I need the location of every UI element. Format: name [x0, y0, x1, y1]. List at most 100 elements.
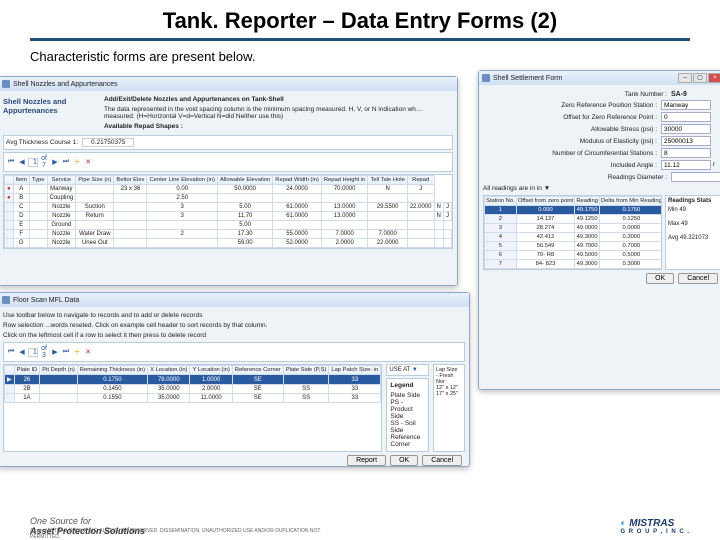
column-header[interactable]: Item	[13, 176, 29, 185]
column-header[interactable]: Pit Depth (n)	[40, 366, 78, 375]
table-row[interactable]: 2B0.145035.00002.0000SESS33	[5, 385, 381, 394]
cancel-button[interactable]: Cancel	[422, 455, 462, 466]
table-row[interactable]: 442.41249.30000.3000	[485, 233, 663, 242]
titlebar[interactable]: Floor Scan MFL Data	[0, 293, 469, 307]
next-icon[interactable]: ▶	[50, 158, 60, 166]
current-record[interactable]: 1	[28, 158, 38, 167]
column-header[interactable]: Station No.	[485, 197, 517, 206]
column-header[interactable]: Reference Corner	[232, 366, 283, 375]
avg-label: Avg	[668, 235, 678, 241]
delete-icon[interactable]: ✕	[83, 348, 93, 356]
section-title: Shell Nozzles and Appurtenances	[3, 97, 98, 115]
helper-desc: The data represented in the void spacing…	[104, 106, 453, 120]
table-row[interactable]: EGround5.00	[5, 221, 452, 230]
table-row[interactable]: DNozzleReturn311.7061.000013.0000NJ	[5, 212, 452, 221]
next-icon[interactable]: ▶	[50, 348, 60, 356]
column-header[interactable]: Beltor Elev	[114, 176, 147, 185]
mistras-logo: ◐ MISTRAS G R O U P , I N C .	[620, 518, 690, 535]
column-header[interactable]: Plate Side (P,S)	[283, 366, 329, 375]
ok-button[interactable]: OK	[646, 273, 674, 284]
table-row[interactable]: 1A0.155035.000011.0000SESS33	[5, 394, 381, 403]
close-button[interactable]: ×	[708, 73, 720, 83]
use-at-label: USE AT	[389, 367, 410, 373]
table-row[interactable]: FNozzleWater Draw217.3055.00007.00007.00…	[5, 230, 452, 239]
column-header[interactable]: Service	[47, 176, 76, 185]
readings-unit-label[interactable]: All readings are in in ▼	[483, 185, 720, 192]
column-header[interactable]: Center Line Elevation (in)	[147, 176, 217, 185]
field-input[interactable]	[661, 136, 711, 146]
ok-button[interactable]: OK	[390, 455, 418, 466]
table-row[interactable]: 328.27449.00000.0000	[485, 224, 663, 233]
subtitle: Characteristic forms are present below.	[0, 47, 720, 70]
table-row[interactable]: ●AManway23 x 360.0050.000024.000070.0000…	[5, 185, 452, 194]
app-icon	[482, 74, 490, 82]
maximize-button[interactable]: ▢	[693, 73, 707, 83]
column-header[interactable]: Remaining Thickness (in)	[77, 366, 147, 375]
cancel-button[interactable]: Cancel	[678, 273, 718, 284]
column-header[interactable]: Delta from Min Reading	[599, 197, 662, 206]
field-label: Modulus of Elasticity (psi) :	[483, 138, 661, 145]
current-record[interactable]: 1	[28, 348, 38, 357]
column-header[interactable]: Pipe Size (n)	[76, 176, 114, 185]
field-input[interactable]	[661, 160, 711, 170]
field-input[interactable]	[661, 124, 711, 134]
window-title: Shell Settlement Form	[493, 75, 562, 82]
of-label: of 3	[39, 345, 49, 359]
table-row[interactable]: 670- R849.50000.5000	[485, 251, 663, 260]
window-title: Floor Scan MFL Data	[13, 297, 79, 304]
column-header[interactable]	[5, 176, 14, 185]
diameter-input[interactable]	[671, 172, 720, 182]
shell-nozzles-window: Shell Nozzles and Appurtenances Shell No…	[0, 76, 458, 286]
last-icon[interactable]: ⏭	[61, 348, 71, 356]
table-row[interactable]: 556.54949.70000.7000	[485, 242, 663, 251]
diameter-label: Readings Diameter :	[483, 174, 671, 181]
last-icon[interactable]: ⏭	[61, 158, 71, 166]
column-header[interactable]: Offset from zero point	[516, 197, 575, 206]
report-button[interactable]: Report	[347, 455, 386, 466]
helper3: Click on the leftmost cell if a row to s…	[3, 332, 465, 339]
table-row[interactable]: ●BCoupling2.50	[5, 194, 452, 203]
field-input[interactable]	[661, 148, 711, 158]
titlebar[interactable]: Shell Nozzles and Appurtenances	[0, 77, 457, 91]
column-header[interactable]: Allowable Elevation	[217, 176, 272, 185]
table-row[interactable]: ▶260.175078.00001.0000SE33	[5, 375, 381, 385]
column-header[interactable]: X Location (in)	[148, 366, 190, 375]
table-row[interactable]: CNozzleSuction35.0061.000013.000029.5500…	[5, 203, 452, 212]
field-input[interactable]	[661, 112, 711, 122]
add-icon[interactable]: ＋	[72, 157, 82, 167]
add-icon[interactable]: ＋	[72, 347, 82, 357]
record-nav[interactable]: ⏮◀ 1 of 7 ▶⏭ ＋ ✕	[6, 155, 93, 169]
column-header[interactable]	[5, 366, 15, 375]
table-row[interactable]: GNozzleUnee Out59.0052.00002.000022.0000	[5, 239, 452, 248]
legend-item: PS - Product Side	[390, 399, 425, 420]
column-header[interactable]: Repad Height in	[321, 176, 368, 185]
floor-scan-window: Floor Scan MFL Data Use toolbar below to…	[0, 292, 470, 467]
min-value: 49	[679, 207, 686, 213]
column-header[interactable]: Plate ID	[14, 366, 40, 375]
titlebar[interactable]: Shell Settlement Form – ▢ ×	[479, 71, 720, 85]
minimize-button[interactable]: –	[678, 73, 692, 83]
lap-item: - Fresh Nor	[436, 373, 462, 385]
stats-title: Readings Stats	[668, 198, 718, 204]
record-nav[interactable]: ⏮◀ 1 of 3 ▶⏭ ＋ ✕	[6, 345, 93, 359]
column-header[interactable]: Repad Width (in)	[273, 176, 322, 185]
prev-icon[interactable]: ◀	[17, 158, 27, 166]
tank-number-value: SA-9	[671, 91, 720, 98]
delete-icon[interactable]: ✕	[83, 158, 93, 166]
column-header[interactable]: Y Location (in)	[190, 366, 232, 375]
column-header[interactable]: Type	[29, 176, 47, 185]
first-icon[interactable]: ⏮	[6, 158, 16, 166]
first-icon[interactable]: ⏮	[6, 348, 16, 356]
table-row[interactable]: 214.13749.12500.1250	[485, 215, 663, 224]
title-rule	[30, 38, 690, 41]
table-row[interactable]: 784- 82349.30000.3000	[485, 260, 663, 269]
column-header[interactable]: Reading	[575, 197, 600, 206]
field-input[interactable]	[661, 100, 711, 110]
column-header[interactable]: Repad	[407, 176, 434, 185]
table-row[interactable]: 10.00049.17500.1750	[485, 206, 663, 215]
column-header[interactable]: Tell Tale Hole	[368, 176, 407, 185]
of-label: of 7	[39, 155, 49, 169]
prev-icon[interactable]: ◀	[17, 348, 27, 356]
column-header[interactable]: Lap Patch Size- in	[329, 366, 381, 375]
field-label: Allowable Stress (psi) :	[483, 126, 661, 133]
